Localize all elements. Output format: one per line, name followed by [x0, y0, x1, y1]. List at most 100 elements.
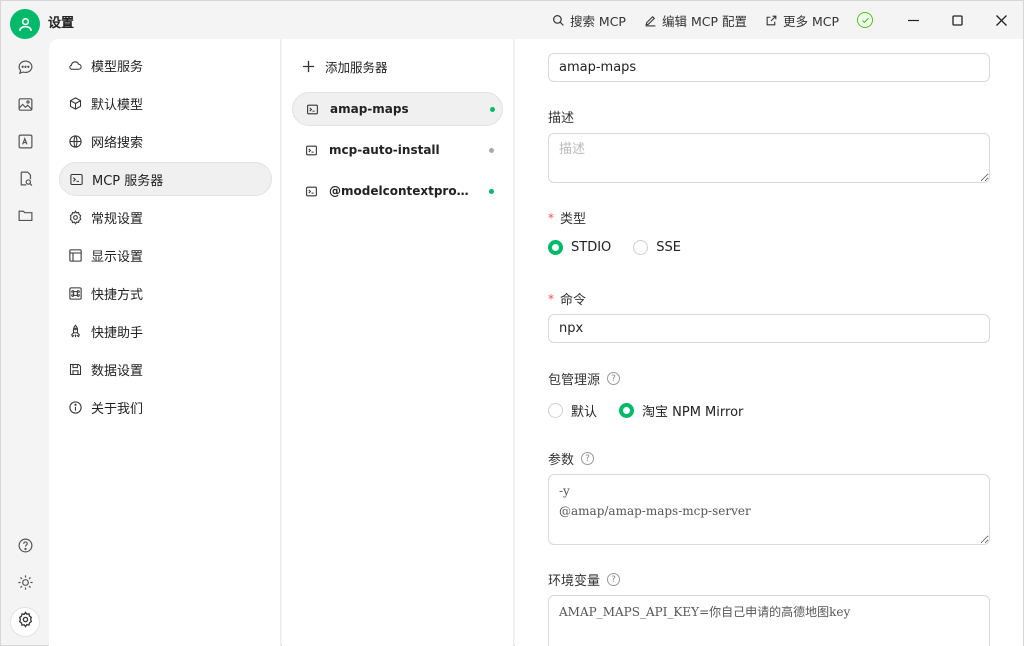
- gear-icon: [69, 209, 82, 225]
- menu-item-web-search[interactable]: 网络搜索: [59, 124, 272, 158]
- menu-item-label: 关于我们: [91, 401, 144, 417]
- rocket-icon: [71, 323, 80, 337]
- plus-icon: [302, 60, 315, 73]
- save-icon: [69, 363, 82, 375]
- edit-mcp-config-button[interactable]: 编辑 MCP 配置: [644, 11, 747, 30]
- search-icon: [552, 14, 564, 26]
- env-textarea[interactable]: AMAP_MAPS_API_KEY=你自己申请的高德地图key: [548, 595, 990, 646]
- menu-item-mcp-servers[interactable]: MCP 服务器: [59, 162, 272, 196]
- layout-icon: [69, 248, 82, 262]
- menu-item-label: 快捷方式: [91, 287, 144, 303]
- server-item-mcp-auto-install[interactable]: mcp-auto-install: [292, 133, 503, 167]
- radio-circle: [633, 240, 649, 255]
- info-icon: [69, 400, 82, 414]
- globe-icon: [69, 134, 82, 148]
- radio-label: SSE: [656, 240, 681, 255]
- radio-label: 默认: [571, 405, 598, 420]
- menu-item-label: 模型服务: [91, 59, 144, 75]
- settings-gear-icon[interactable]: [16, 610, 34, 628]
- edit-mcp-config-label: 编辑 MCP 配置: [661, 13, 747, 29]
- command-input[interactable]: [548, 314, 990, 343]
- close-button[interactable]: [979, 1, 1023, 39]
- menu-item-label: MCP 服务器: [92, 173, 164, 189]
- server-config-form: 描述 * 类型 STDIO SSE * 命令 包管理源 ?: [515, 39, 1023, 646]
- app-rail: [1, 39, 48, 645]
- command-label-text: 命令: [560, 293, 587, 308]
- minimize-button[interactable]: [891, 1, 935, 39]
- type-radio-stdio[interactable]: STDIO: [548, 240, 611, 255]
- document-search-icon[interactable]: [16, 169, 34, 187]
- menu-item-label: 常规设置: [91, 211, 144, 227]
- command-icon: [69, 286, 82, 300]
- server-name-input[interactable]: [548, 53, 990, 82]
- more-mcp-label: 更多 MCP: [782, 13, 839, 29]
- server-list: 添加服务器 amap-maps mcp-auto-install @modelc…: [282, 39, 514, 646]
- required-asterisk: *: [548, 210, 554, 225]
- avatar[interactable]: [10, 9, 40, 39]
- server-status-dot: [489, 147, 494, 153]
- server-name: amap-maps: [330, 102, 409, 116]
- search-mcp-button[interactable]: 搜索 MCP: [552, 11, 626, 30]
- add-server-label: 添加服务器: [325, 60, 388, 75]
- description-label: 描述: [548, 107, 574, 126]
- server-name: @modelcontextprotocol/server-filesystem: [329, 184, 474, 198]
- radio-label: 淘宝 NPM Mirror: [642, 405, 744, 420]
- pencil-icon: [645, 15, 656, 26]
- menu-item-default-model[interactable]: 默认模型: [59, 86, 272, 120]
- args-textarea[interactable]: -y @amap/amap-maps-mcp-server: [548, 474, 990, 545]
- menu-item-about-us[interactable]: 关于我们: [59, 390, 272, 424]
- status-check-icon[interactable]: [857, 12, 873, 28]
- description-textarea[interactable]: [548, 133, 990, 183]
- type-label: * 类型: [548, 208, 586, 228]
- server-item-amap-maps[interactable]: amap-maps: [292, 92, 503, 126]
- registry-radio-default[interactable]: 默认: [548, 401, 597, 420]
- help-icon[interactable]: ?: [581, 452, 595, 465]
- help-icon[interactable]: ?: [607, 573, 621, 586]
- env-label-text: 环境变量: [548, 574, 601, 589]
- menu-item-general-settings[interactable]: 常规设置: [59, 200, 272, 234]
- help-icon[interactable]: [16, 536, 34, 554]
- window-title: 设置: [48, 16, 75, 31]
- maximize-button[interactable]: [935, 1, 979, 39]
- menu-item-data-settings[interactable]: 数据设置: [59, 352, 272, 386]
- maximize-icon: [951, 14, 963, 26]
- server-item-filesystem[interactable]: @modelcontextprotocol/server-filesystem: [292, 174, 503, 208]
- required-asterisk: *: [548, 291, 554, 306]
- registry-radio-taobao[interactable]: 淘宝 NPM Mirror: [619, 401, 743, 420]
- menu-item-display-settings[interactable]: 显示设置: [59, 238, 272, 272]
- cloud-icon: [69, 60, 82, 70]
- registry-label: 包管理源 ?: [548, 369, 621, 388]
- menu-item-quick-assistant[interactable]: 快捷助手: [59, 314, 272, 348]
- registry-label-text: 包管理源: [548, 373, 601, 388]
- radio-circle: [619, 403, 635, 418]
- description-label-text: 描述: [548, 111, 575, 126]
- settings-menu: 模型服务 默认模型 网络搜索 MCP 服务器 常规设置 显示设置 快捷方式 快捷…: [49, 39, 281, 646]
- radio-label: STDIO: [571, 240, 612, 255]
- type-radio-sse[interactable]: SSE: [633, 240, 681, 255]
- translate-icon[interactable]: [16, 132, 34, 150]
- menu-item-shortcuts[interactable]: 快捷方式: [59, 276, 272, 310]
- command-label: * 命令: [548, 289, 587, 309]
- chat-icon[interactable]: [16, 58, 34, 76]
- folder-icon[interactable]: [16, 206, 34, 224]
- cube-icon: [69, 96, 82, 110]
- image-icon[interactable]: [16, 95, 34, 113]
- terminal-icon: [306, 145, 317, 155]
- type-radio-group: STDIO SSE: [548, 240, 681, 255]
- menu-item-label: 数据设置: [91, 363, 144, 379]
- terminal-icon: [70, 173, 83, 185]
- menu-item-label: 显示设置: [91, 249, 144, 265]
- registry-radio-group: 默认 淘宝 NPM Mirror: [548, 401, 743, 420]
- theme-sun-icon[interactable]: [16, 573, 34, 591]
- env-label: 环境变量 ?: [548, 570, 621, 589]
- more-mcp-button[interactable]: 更多 MCP: [765, 11, 839, 30]
- server-name: mcp-auto-install: [329, 143, 440, 157]
- radio-circle: [548, 403, 563, 418]
- server-status-dot: [490, 106, 495, 112]
- add-server-button[interactable]: 添加服务器: [302, 57, 388, 76]
- help-icon[interactable]: ?: [607, 372, 621, 385]
- menu-item-label: 快捷助手: [91, 325, 144, 341]
- menu-item-model-service[interactable]: 模型服务: [59, 48, 272, 82]
- external-link-icon: [766, 15, 777, 25]
- menu-item-label: 默认模型: [91, 97, 144, 113]
